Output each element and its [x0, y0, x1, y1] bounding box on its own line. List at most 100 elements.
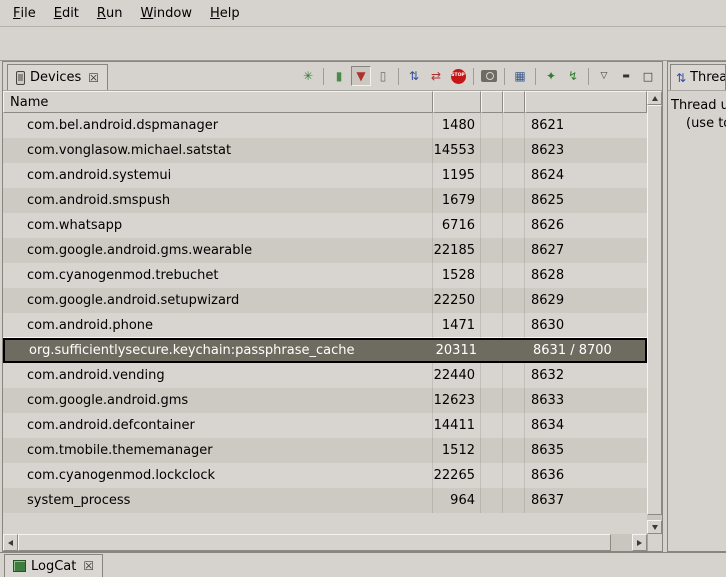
cell-process-name: com.google.android.setupwizard — [3, 288, 433, 313]
vertical-scroll-thumb[interactable] — [647, 105, 662, 515]
table-row[interactable]: com.android.phone14718630 — [3, 313, 647, 338]
horizontal-scroll-thumb[interactable] — [18, 534, 611, 551]
cell-empty — [503, 463, 525, 488]
view-menu-icon[interactable]: ▽ — [594, 66, 614, 86]
table-row[interactable]: system_process964 8637 — [3, 488, 647, 513]
toolbar-separator — [535, 68, 536, 85]
cell-pid: 964 — [433, 488, 481, 513]
table-row[interactable]: com.whatsapp67168626 — [3, 213, 647, 238]
update-heap-icon[interactable]: ▮ — [329, 66, 349, 86]
opengl-trace-icon[interactable]: ↯ — [563, 66, 583, 86]
cell-empty — [481, 313, 503, 338]
menu-help[interactable]: Help — [201, 0, 249, 26]
horizontal-scrollbar[interactable] — [3, 534, 647, 551]
menu-window[interactable]: Window — [131, 0, 201, 26]
devices-view-body: Name com.bel.android.dspmanager14808621c… — [3, 91, 662, 551]
tab-devices[interactable]: Devices ☒ — [7, 64, 108, 90]
cell-process-name: com.whatsapp — [3, 213, 433, 238]
cell-process-name: com.android.phone — [3, 313, 433, 338]
table-row-selected[interactable]: org.sufficientlysecure.keychain:passphra… — [3, 338, 647, 363]
column-header-3[interactable] — [503, 91, 525, 113]
close-icon[interactable]: ☒ — [88, 72, 99, 84]
logcat-icon — [13, 560, 26, 572]
stop-process-icon[interactable]: STOP — [448, 66, 468, 86]
table-row[interactable]: com.vonglasow.michael.satstat145538623 — [3, 138, 647, 163]
cell-empty — [481, 388, 503, 413]
cell-pid: 1512 — [433, 438, 481, 463]
tab-threads[interactable]: ⇅ Threads — [670, 64, 726, 90]
cell-process-name: com.bel.android.dspmanager — [3, 113, 433, 138]
cell-port: 8632 — [525, 363, 647, 388]
table-row[interactable]: com.bel.android.dspmanager14808621 — [3, 113, 647, 138]
debug-process-icon[interactable]: ✳ — [298, 66, 318, 86]
cell-empty — [503, 313, 525, 338]
cell-port: 8634 — [525, 413, 647, 438]
cell-empty — [503, 163, 525, 188]
cell-pid: 1679 — [433, 188, 481, 213]
table-row[interactable]: com.android.systemui11958624 — [3, 163, 647, 188]
tab-logcat[interactable]: LogCat ☒ — [4, 554, 103, 577]
cell-port: 8635 — [525, 438, 647, 463]
column-header-2[interactable] — [481, 91, 503, 113]
cell-process-name: org.sufficientlysecure.keychain:passphra… — [5, 340, 435, 361]
threads-icon: ⇅ — [676, 71, 686, 85]
cell-process-name: com.google.android.gms — [3, 388, 433, 413]
view-hierarchy-icon[interactable]: ▦ — [510, 66, 530, 86]
cell-port: 8625 — [525, 188, 647, 213]
cell-empty — [503, 213, 525, 238]
table-row[interactable]: com.cyanogenmod.trebuchet15288628 — [3, 263, 647, 288]
vertical-scrollbar[interactable] — [647, 91, 662, 534]
table-row[interactable]: com.android.vending224408632 — [3, 363, 647, 388]
threads-message-line: (use toolbar button to enable) — [671, 116, 726, 131]
close-icon[interactable]: ☒ — [83, 560, 94, 572]
cause-gc-icon[interactable]: ▯ — [373, 66, 393, 86]
cell-empty — [481, 238, 503, 263]
column-header-1[interactable] — [433, 91, 481, 113]
arrow-left-icon — [8, 540, 13, 546]
dump-hprof-icon[interactable]: ▼ — [351, 66, 371, 86]
cell-pid: 22440 — [433, 363, 481, 388]
cell-port: 8637 — [525, 488, 647, 513]
cell-process-name: com.android.smspush — [3, 188, 433, 213]
menu-file[interactable]: File — [4, 0, 45, 26]
table-row[interactable]: com.android.defcontainer144118634 — [3, 413, 647, 438]
cell-empty — [503, 238, 525, 263]
table-header: Name — [3, 91, 647, 113]
minimize-view-icon[interactable]: ▬ — [616, 66, 636, 86]
table-row[interactable]: com.cyanogenmod.lockclock222658636 — [3, 463, 647, 488]
column-header-name[interactable]: Name — [3, 91, 433, 113]
menu-run[interactable]: Run — [88, 0, 132, 26]
vertical-scroll-track[interactable] — [647, 105, 662, 520]
table-row[interactable]: com.android.smspush1679 8625 — [3, 188, 647, 213]
threads-panel: ⇅ Threads Thread updates not enabled for… — [667, 61, 726, 552]
cell-empty — [481, 363, 503, 388]
cell-pid: 1480 — [433, 113, 481, 138]
table-row[interactable]: com.google.android.setupwizard222508629 — [3, 288, 647, 313]
column-header-4[interactable] — [525, 91, 647, 113]
arrow-down-icon — [652, 525, 658, 530]
scroll-right-button[interactable] — [632, 534, 647, 551]
scroll-up-button[interactable] — [647, 91, 662, 105]
cell-empty — [503, 488, 525, 513]
cell-process-name: com.android.defcontainer — [3, 413, 433, 438]
threads-tabbar: ⇅ Threads — [668, 62, 726, 91]
maximize-view-icon[interactable]: □ — [638, 66, 658, 86]
cell-port: 8624 — [525, 163, 647, 188]
table-row[interactable]: com.google.android.gms.wearable221858627 — [3, 238, 647, 263]
cell-pid: 22250 — [433, 288, 481, 313]
cell-process-name: system_process — [3, 488, 433, 513]
system-state-icon[interactable]: ✦ — [541, 66, 561, 86]
table-row[interactable]: com.tmobile.thememanager15128635 — [3, 438, 647, 463]
screen-capture-icon[interactable] — [479, 66, 499, 86]
horizontal-scroll-track[interactable] — [18, 534, 632, 551]
cell-empty — [503, 438, 525, 463]
cell-empty — [481, 113, 503, 138]
menu-edit[interactable]: Edit — [45, 0, 88, 26]
cell-port: 8627 — [525, 238, 647, 263]
scroll-down-button[interactable] — [647, 520, 662, 534]
table-row[interactable]: com.google.android.gms126238633 — [3, 388, 647, 413]
scroll-left-button[interactable] — [3, 534, 18, 551]
update-threads-icon[interactable]: ⇅ — [404, 66, 424, 86]
cell-pid: 12623 — [433, 388, 481, 413]
method-profiling-icon[interactable]: ⇄ — [426, 66, 446, 86]
